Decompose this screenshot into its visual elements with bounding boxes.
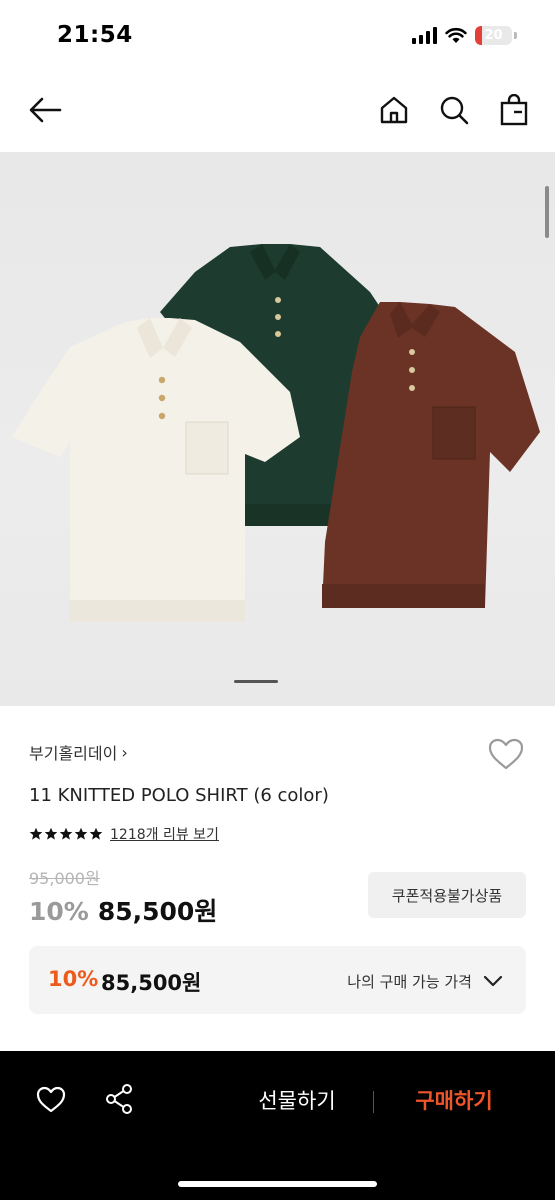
home-indicator xyxy=(178,1181,377,1187)
shopping-bag-icon[interactable] xyxy=(496,92,532,128)
my-price-amount: 85,500원 xyxy=(101,971,202,995)
search-icon[interactable] xyxy=(436,92,472,128)
coupon-unavailable-badge: 쿠폰적용불가상품 xyxy=(368,872,526,918)
price-row: 10% 85,500원 xyxy=(29,892,217,928)
brand-name: 부기홀리데이 xyxy=(29,744,118,763)
chevron-right-icon: › xyxy=(121,742,128,762)
wifi-icon xyxy=(445,27,467,43)
bottom-action-bar: 선물하기 구매하기 xyxy=(0,1051,555,1200)
wishlist-heart-icon[interactable] xyxy=(486,734,526,774)
star-icon xyxy=(44,827,58,840)
buy-button[interactable]: 구매하기 xyxy=(395,1081,513,1121)
status-bar: 21:54 20 xyxy=(0,0,555,70)
gift-button[interactable]: 선물하기 xyxy=(238,1081,356,1121)
my-price-dropdown[interactable]: 10% 85,500원 나의 구매 가능 가격 xyxy=(29,946,526,1014)
scroll-indicator xyxy=(545,186,549,238)
review-link[interactable]: 1218개 리뷰 보기 xyxy=(110,824,219,844)
my-price-label: 나의 구매 가능 가격 xyxy=(347,973,472,991)
status-icons: 20 xyxy=(412,26,517,45)
discount-rate: 10% xyxy=(29,897,89,926)
sale-price: 85,500원 xyxy=(97,897,218,926)
home-icon[interactable] xyxy=(376,92,412,128)
product-image[interactable] xyxy=(0,152,555,706)
star-icon xyxy=(89,827,103,840)
chevron-down-icon xyxy=(483,975,503,987)
rating-row: 1218개 리뷰 보기 xyxy=(29,824,219,844)
back-arrow-icon[interactable] xyxy=(27,92,63,128)
status-time: 21:54 xyxy=(57,22,133,48)
heart-icon[interactable] xyxy=(34,1082,68,1116)
rating-stars xyxy=(29,827,103,841)
image-page-indicator xyxy=(234,680,278,683)
brand-link[interactable]: 부기홀리데이 › xyxy=(29,740,128,764)
button-divider xyxy=(373,1091,374,1113)
star-icon xyxy=(59,827,73,840)
cellular-signal-icon xyxy=(412,27,437,44)
original-price: 95,000원 xyxy=(29,869,100,888)
battery-icon: 20 xyxy=(475,26,512,45)
top-nav xyxy=(0,70,555,152)
product-title: 11 KNITTED POLO SHIRT (6 color) xyxy=(29,785,329,806)
polo-shirts-illustration xyxy=(12,244,540,622)
my-price-discount: 10% xyxy=(48,967,99,991)
battery-level: 20 xyxy=(484,28,503,43)
star-icon xyxy=(29,827,43,840)
share-icon[interactable] xyxy=(102,1082,136,1116)
star-icon xyxy=(74,827,88,840)
